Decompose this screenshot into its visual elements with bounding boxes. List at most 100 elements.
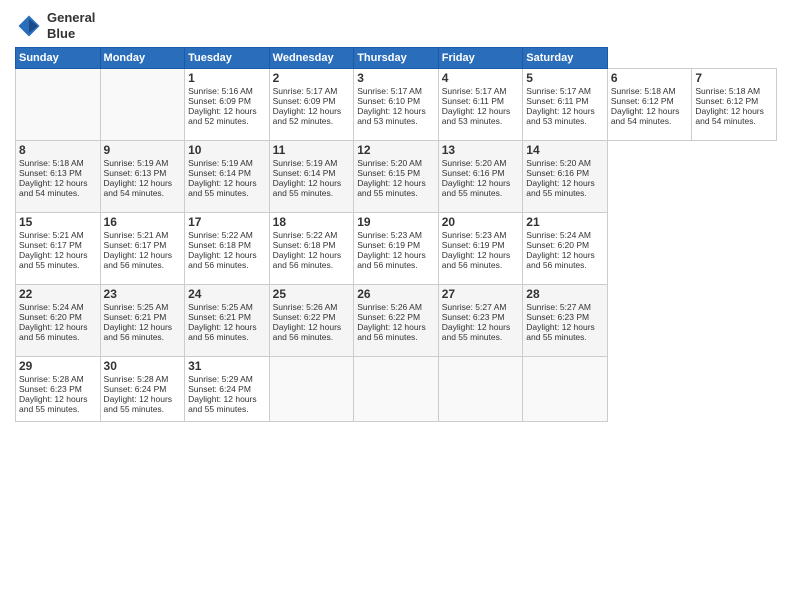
sunset: Sunset: 6:24 PM: [188, 384, 251, 394]
day-of-week-header: Friday: [438, 48, 523, 69]
empty-cell: [438, 357, 523, 422]
sunrise: Sunrise: 5:22 AM: [273, 230, 338, 240]
calendar-cell: 24Sunrise: 5:25 AMSunset: 6:21 PMDayligh…: [185, 285, 270, 357]
calendar-table: SundayMondayTuesdayWednesdayThursdayFrid…: [15, 47, 777, 422]
sunset: Sunset: 6:15 PM: [357, 168, 420, 178]
day-of-week-header: Wednesday: [269, 48, 354, 69]
sunrise: Sunrise: 5:20 AM: [526, 158, 591, 168]
sunset: Sunset: 6:21 PM: [188, 312, 251, 322]
logo-text: General Blue: [47, 10, 95, 41]
logo-icon: [15, 12, 43, 40]
sunrise: Sunrise: 5:21 AM: [19, 230, 84, 240]
sunset: Sunset: 6:23 PM: [442, 312, 505, 322]
empty-cell: [100, 69, 185, 141]
calendar-cell: 11Sunrise: 5:19 AMSunset: 6:14 PMDayligh…: [269, 141, 354, 213]
sunrise: Sunrise: 5:17 AM: [357, 86, 422, 96]
daylight: Daylight: 12 hours and 53 minutes.: [357, 106, 426, 126]
calendar-cell: 25Sunrise: 5:26 AMSunset: 6:22 PMDayligh…: [269, 285, 354, 357]
day-of-week-header: Tuesday: [185, 48, 270, 69]
sunrise: Sunrise: 5:24 AM: [19, 302, 84, 312]
sunset: Sunset: 6:20 PM: [19, 312, 82, 322]
day-number: 10: [188, 143, 266, 157]
calendar-cell: 4Sunrise: 5:17 AMSunset: 6:11 PMDaylight…: [438, 69, 523, 141]
daylight: Daylight: 12 hours and 56 minutes.: [104, 250, 173, 270]
day-number: 22: [19, 287, 97, 301]
day-of-week-header: Thursday: [354, 48, 439, 69]
sunrise: Sunrise: 5:25 AM: [188, 302, 253, 312]
daylight: Daylight: 12 hours and 55 minutes.: [188, 394, 257, 414]
calendar-cell: 21Sunrise: 5:24 AMSunset: 6:20 PMDayligh…: [523, 213, 608, 285]
daylight: Daylight: 12 hours and 55 minutes.: [526, 322, 595, 342]
calendar-page: General Blue SundayMondayTuesdayWednesda…: [0, 0, 792, 612]
calendar-cell: 6Sunrise: 5:18 AMSunset: 6:12 PMDaylight…: [607, 69, 692, 141]
sunrise: Sunrise: 5:24 AM: [526, 230, 591, 240]
sunset: Sunset: 6:18 PM: [188, 240, 251, 250]
calendar-cell: 28Sunrise: 5:27 AMSunset: 6:23 PMDayligh…: [523, 285, 608, 357]
day-number: 25: [273, 287, 351, 301]
sunrise: Sunrise: 5:26 AM: [357, 302, 422, 312]
day-number: 5: [526, 71, 604, 85]
sunset: Sunset: 6:09 PM: [188, 96, 251, 106]
daylight: Daylight: 12 hours and 56 minutes.: [273, 322, 342, 342]
sunrise: Sunrise: 5:26 AM: [273, 302, 338, 312]
sunset: Sunset: 6:20 PM: [526, 240, 589, 250]
day-number: 7: [695, 71, 773, 85]
sunset: Sunset: 6:22 PM: [273, 312, 336, 322]
sunset: Sunset: 6:19 PM: [357, 240, 420, 250]
day-number: 4: [442, 71, 520, 85]
daylight: Daylight: 12 hours and 52 minutes.: [273, 106, 342, 126]
sunrise: Sunrise: 5:19 AM: [104, 158, 169, 168]
daylight: Daylight: 12 hours and 55 minutes.: [442, 322, 511, 342]
daylight: Daylight: 12 hours and 55 minutes.: [188, 178, 257, 198]
sunset: Sunset: 6:16 PM: [526, 168, 589, 178]
calendar-cell: 12Sunrise: 5:20 AMSunset: 6:15 PMDayligh…: [354, 141, 439, 213]
daylight: Daylight: 12 hours and 53 minutes.: [442, 106, 511, 126]
sunset: Sunset: 6:16 PM: [442, 168, 505, 178]
sunrise: Sunrise: 5:17 AM: [442, 86, 507, 96]
sunset: Sunset: 6:10 PM: [357, 96, 420, 106]
sunset: Sunset: 6:14 PM: [188, 168, 251, 178]
header: General Blue: [15, 10, 777, 41]
day-number: 15: [19, 215, 97, 229]
calendar-cell: 13Sunrise: 5:20 AMSunset: 6:16 PMDayligh…: [438, 141, 523, 213]
calendar-cell: 8Sunrise: 5:18 AMSunset: 6:13 PMDaylight…: [16, 141, 101, 213]
day-of-week-header: Monday: [100, 48, 185, 69]
sunrise: Sunrise: 5:20 AM: [442, 158, 507, 168]
sunset: Sunset: 6:14 PM: [273, 168, 336, 178]
sunset: Sunset: 6:24 PM: [104, 384, 167, 394]
sunrise: Sunrise: 5:17 AM: [273, 86, 338, 96]
day-number: 29: [19, 359, 97, 373]
day-number: 28: [526, 287, 604, 301]
daylight: Daylight: 12 hours and 53 minutes.: [526, 106, 595, 126]
daylight: Daylight: 12 hours and 55 minutes.: [19, 394, 88, 414]
daylight: Daylight: 12 hours and 54 minutes.: [19, 178, 88, 198]
calendar-cell: 16Sunrise: 5:21 AMSunset: 6:17 PMDayligh…: [100, 213, 185, 285]
calendar-cell: 27Sunrise: 5:27 AMSunset: 6:23 PMDayligh…: [438, 285, 523, 357]
sunrise: Sunrise: 5:25 AM: [104, 302, 169, 312]
daylight: Daylight: 12 hours and 56 minutes.: [357, 250, 426, 270]
day-number: 19: [357, 215, 435, 229]
sunset: Sunset: 6:23 PM: [19, 384, 82, 394]
calendar-cell: 1Sunrise: 5:16 AMSunset: 6:09 PMDaylight…: [185, 69, 270, 141]
daylight: Daylight: 12 hours and 55 minutes.: [526, 178, 595, 198]
calendar-cell: 15Sunrise: 5:21 AMSunset: 6:17 PMDayligh…: [16, 213, 101, 285]
daylight: Daylight: 12 hours and 55 minutes.: [442, 178, 511, 198]
sunrise: Sunrise: 5:18 AM: [695, 86, 760, 96]
day-number: 12: [357, 143, 435, 157]
day-number: 27: [442, 287, 520, 301]
empty-cell: [523, 357, 608, 422]
daylight: Daylight: 12 hours and 56 minutes.: [104, 322, 173, 342]
sunrise: Sunrise: 5:27 AM: [526, 302, 591, 312]
sunset: Sunset: 6:17 PM: [104, 240, 167, 250]
empty-cell: [354, 357, 439, 422]
daylight: Daylight: 12 hours and 55 minutes.: [19, 250, 88, 270]
empty-cell: [16, 69, 101, 141]
daylight: Daylight: 12 hours and 54 minutes.: [104, 178, 173, 198]
sunset: Sunset: 6:09 PM: [273, 96, 336, 106]
sunset: Sunset: 6:17 PM: [19, 240, 82, 250]
sunset: Sunset: 6:11 PM: [526, 96, 588, 106]
daylight: Daylight: 12 hours and 56 minutes.: [188, 250, 257, 270]
day-of-week-header: Saturday: [523, 48, 608, 69]
calendar-cell: 26Sunrise: 5:26 AMSunset: 6:22 PMDayligh…: [354, 285, 439, 357]
sunset: Sunset: 6:19 PM: [442, 240, 505, 250]
